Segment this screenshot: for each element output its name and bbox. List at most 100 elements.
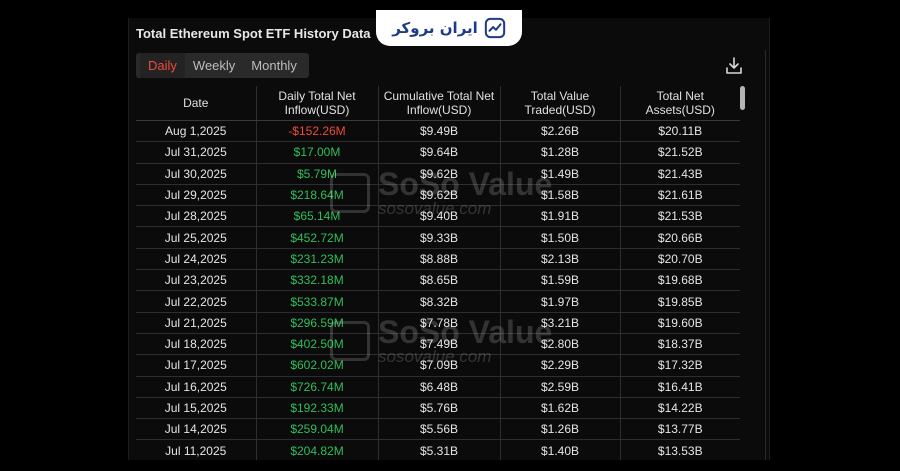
cell-value-traded: $1.50B [499, 226, 620, 249]
cell-value-traded: $2.59B [499, 376, 620, 398]
cell-value-traded: $3.21B [499, 312, 620, 334]
cell-value-traded: $1.40B [499, 439, 620, 460]
cell-daily-inflow: $402.50M [255, 333, 378, 356]
table-row[interactable]: Jul 30,2025 $5.79M $9.62B $1.49B $21.43B [136, 163, 740, 185]
cell-date: Jul 23,2025 [136, 269, 256, 292]
cell-net-assets: $14.22B [619, 397, 740, 420]
cell-value-traded: $1.49B [499, 163, 620, 185]
cell-daily-inflow: $192.33M [255, 397, 378, 420]
cell-daily-inflow: $259.04M [255, 418, 378, 441]
table-row[interactable]: Jul 25,2025 $452.72M $9.33B $1.50B $20.66B [136, 226, 740, 249]
cell-cumulative-inflow: $9.64B [377, 141, 500, 164]
cell-net-assets: $21.43B [619, 163, 740, 185]
scrollbar-thumb[interactable] [740, 86, 745, 110]
cell-daily-inflow: $332.18M [255, 269, 378, 292]
download-icon[interactable] [724, 56, 744, 76]
table-row[interactable]: Jul 21,2025 $296.59M $7.78B $3.21B $19.60B [136, 312, 740, 334]
table-row[interactable]: Jul 28,2025 $65.14M $9.40B $1.91B $21.53B [136, 205, 740, 228]
cell-cumulative-inflow: $5.56B [377, 418, 500, 441]
etf-history-table: Date Daily Total Net Inflow(USD) Cumulat… [136, 86, 740, 460]
cell-net-assets: $17.32B [619, 354, 740, 377]
col-header-net-assets[interactable]: Total Net Assets(USD) [619, 86, 740, 121]
cell-daily-inflow: $204.82M [255, 439, 378, 460]
etf-table-container[interactable]: Date Daily Total Net Inflow(USD) Cumulat… [136, 86, 740, 460]
cell-date: Jul 28,2025 [136, 205, 256, 228]
table-row[interactable]: Jul 16,2025 $726.74M $6.48B $2.59B $16.41B [136, 376, 740, 398]
cell-cumulative-inflow: $6.48B [377, 376, 500, 398]
table-row[interactable]: Jul 15,2025 $192.33M $5.76B $1.62B $14.22B [136, 397, 740, 420]
cell-date: Jul 24,2025 [136, 248, 256, 271]
cell-net-assets: $19.68B [619, 269, 740, 292]
period-tabs: Daily Weekly Monthly [136, 53, 309, 78]
cell-daily-inflow: $602.02M [255, 354, 378, 377]
cell-date: Jul 17,2025 [136, 354, 256, 377]
cell-date: Jul 18,2025 [136, 333, 256, 356]
cell-net-assets: $20.70B [619, 248, 740, 271]
table-row[interactable]: Jul 23,2025 $332.18M $8.65B $1.59B $19.68B [136, 269, 740, 292]
cell-net-assets: $20.66B [619, 226, 740, 249]
cell-value-traded: $1.58B [499, 184, 620, 207]
cell-value-traded: $1.28B [499, 141, 620, 164]
cell-net-assets: $18.37B [619, 333, 740, 356]
cell-net-assets: $20.11B [619, 120, 740, 143]
cell-cumulative-inflow: $5.31B [377, 439, 500, 460]
cell-cumulative-inflow: $7.09B [377, 354, 500, 377]
col-header-daily-inflow[interactable]: Daily Total Net Inflow(USD) [255, 86, 378, 121]
cell-cumulative-inflow: $8.32B [377, 290, 500, 313]
cell-cumulative-inflow: $9.62B [377, 163, 500, 185]
table-row[interactable]: Jul 24,2025 $231.23M $8.88B $2.13B $20.70B [136, 248, 740, 271]
cell-net-assets: $21.52B [619, 141, 740, 164]
col-header-date[interactable]: Date [136, 86, 256, 121]
cell-date: Jul 11,2025 [136, 439, 256, 460]
cell-net-assets: $16.41B [619, 376, 740, 398]
trend-chart-icon [484, 17, 505, 39]
cell-date: Jul 29,2025 [136, 184, 256, 207]
cell-value-traded: $1.26B [499, 418, 620, 441]
tab-daily[interactable]: Daily [140, 53, 185, 78]
cell-daily-inflow: -$152.26M [255, 120, 378, 143]
cell-value-traded: $2.26B [499, 120, 620, 143]
cell-value-traded: $2.29B [499, 354, 620, 377]
table-row[interactable]: Jul 17,2025 $602.02M $7.09B $2.29B $17.32B [136, 354, 740, 377]
cell-daily-inflow: $5.79M [255, 163, 378, 185]
cell-net-assets: $13.77B [619, 418, 740, 441]
table-row[interactable]: Jul 18,2025 $402.50M $7.49B $2.80B $18.37B [136, 333, 740, 356]
table-row[interactable]: Jul 29,2025 $218.64M $9.62B $1.58B $21.61B [136, 184, 740, 207]
cell-daily-inflow: $296.59M [255, 312, 378, 334]
panel-divider [765, 50, 766, 460]
cell-net-assets: $21.53B [619, 205, 740, 228]
cell-value-traded: $1.62B [499, 397, 620, 420]
cell-daily-inflow: $65.14M [255, 205, 378, 228]
cell-cumulative-inflow: $7.78B [377, 312, 500, 334]
cell-daily-inflow: $452.72M [255, 226, 378, 249]
cell-value-traded: $1.91B [499, 205, 620, 228]
tab-weekly[interactable]: Weekly [185, 53, 243, 78]
cell-net-assets: $19.85B [619, 290, 740, 313]
cell-cumulative-inflow: $8.88B [377, 248, 500, 271]
page-title: Total Ethereum Spot ETF History Data [136, 26, 371, 41]
cell-cumulative-inflow: $9.33B [377, 226, 500, 249]
table-row[interactable]: Jul 11,2025 $204.82M $5.31B $1.40B $13.53B [136, 439, 740, 460]
col-header-cumulative-inflow[interactable]: Cumulative Total Net Inflow(USD) [377, 86, 500, 121]
cell-date: Jul 31,2025 [136, 141, 256, 164]
table-row[interactable]: Jul 14,2025 $259.04M $5.56B $1.26B $13.77B [136, 418, 740, 441]
col-header-value-traded[interactable]: Total Value Traded(USD) [499, 86, 620, 121]
table-row[interactable]: Jul 22,2025 $533.87M $8.32B $1.97B $19.85B [136, 290, 740, 313]
cell-daily-inflow: $726.74M [255, 376, 378, 398]
cell-date: Jul 15,2025 [136, 397, 256, 420]
cell-date: Aug 1,2025 [136, 120, 256, 143]
cell-cumulative-inflow: $7.49B [377, 333, 500, 356]
tab-monthly[interactable]: Monthly [243, 53, 305, 78]
cell-date: Jul 25,2025 [136, 226, 256, 249]
table-scrollbar[interactable] [740, 86, 746, 460]
cell-cumulative-inflow: $8.65B [377, 269, 500, 292]
cell-daily-inflow: $17.00M [255, 141, 378, 164]
cell-value-traded: $1.59B [499, 269, 620, 292]
cell-cumulative-inflow: $9.49B [377, 120, 500, 143]
cell-value-traded: $2.13B [499, 248, 620, 271]
table-row[interactable]: Aug 1,2025 -$152.26M $9.49B $2.26B $20.11B [136, 120, 740, 143]
table-row[interactable]: Jul 31,2025 $17.00M $9.64B $1.28B $21.52B [136, 141, 740, 164]
cell-daily-inflow: $231.23M [255, 248, 378, 271]
cell-cumulative-inflow: $9.62B [377, 184, 500, 207]
cell-date: Jul 16,2025 [136, 376, 256, 398]
